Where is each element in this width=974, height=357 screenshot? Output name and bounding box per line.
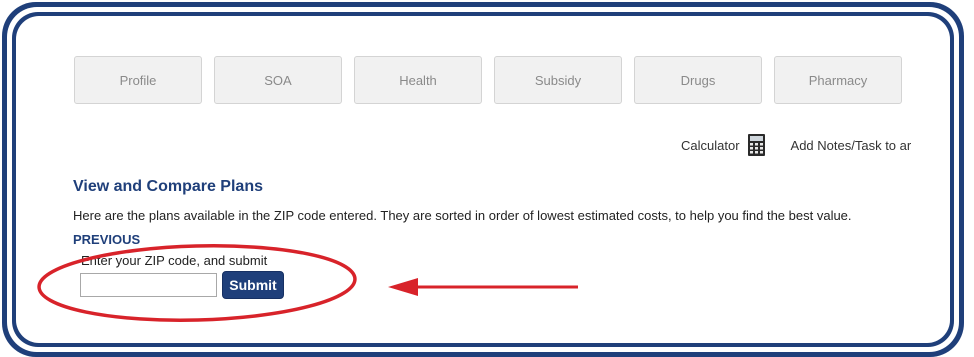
page-title: View and Compare Plans: [73, 178, 263, 195]
tab-drugs[interactable]: Drugs: [634, 56, 762, 104]
tab-subsidy[interactable]: Subsidy: [494, 56, 622, 104]
content-panel: Profile SOA Health Subsidy Drugs Pharmac…: [16, 16, 950, 343]
zip-prompt: Enter your ZIP code, and submit: [81, 253, 268, 268]
calculator-icon[interactable]: [747, 134, 765, 156]
add-notes-link[interactable]: Add Notes/Task to ar: [791, 138, 912, 153]
frame-gap: Profile SOA Health Subsidy Drugs Pharmac…: [7, 7, 959, 352]
zip-input[interactable]: [80, 273, 217, 297]
submit-button[interactable]: Submit: [222, 271, 284, 299]
intro-text: Here are the plans available in the ZIP …: [73, 208, 852, 223]
tab-soa[interactable]: SOA: [214, 56, 342, 104]
outer-frame: Profile SOA Health Subsidy Drugs Pharmac…: [2, 2, 964, 357]
tab-profile[interactable]: Profile: [74, 56, 202, 104]
tab-bar: Profile SOA Health Subsidy Drugs Pharmac…: [74, 56, 902, 104]
tab-health[interactable]: Health: [354, 56, 482, 104]
tab-pharmacy[interactable]: Pharmacy: [774, 56, 902, 104]
tools-bar: Calculator Add Notes/Task to ar: [681, 134, 911, 156]
previous-link[interactable]: PREVIOUS: [73, 232, 140, 247]
calculator-link[interactable]: Calculator: [681, 138, 740, 153]
inner-frame: Profile SOA Health Subsidy Drugs Pharmac…: [12, 12, 954, 347]
